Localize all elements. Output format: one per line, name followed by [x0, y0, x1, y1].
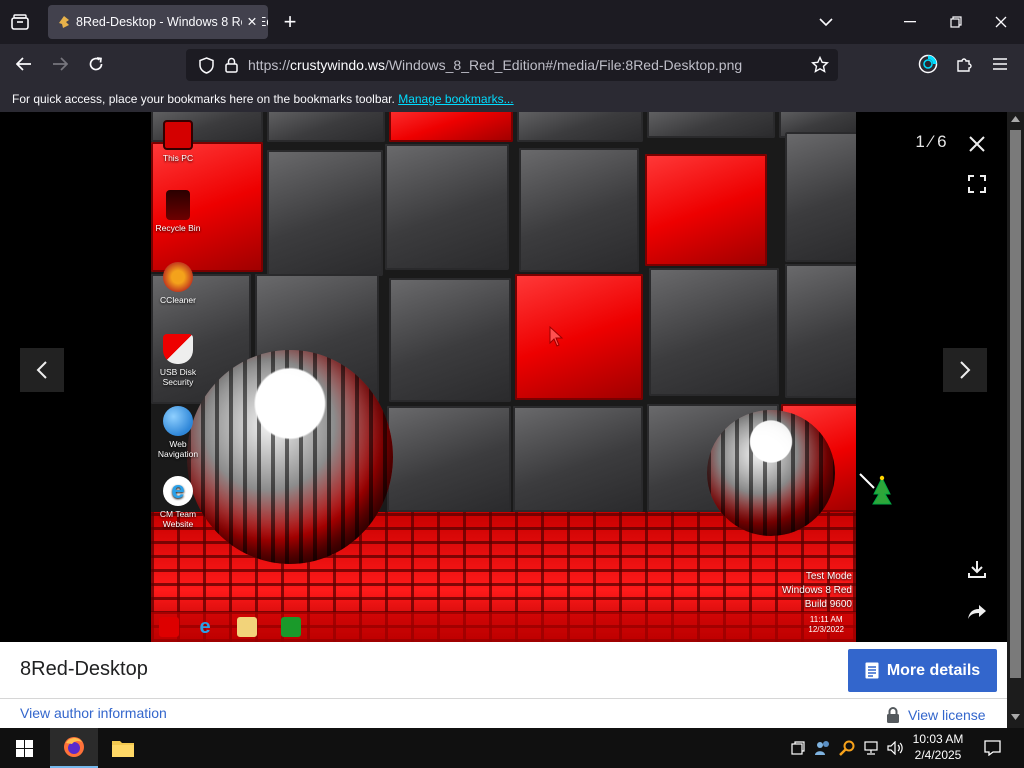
- monitor-icon: [163, 120, 193, 150]
- media-viewer: This PC Recycle Bin CCleaner USB Disk Se…: [0, 112, 1007, 642]
- minimize-icon[interactable]: [896, 8, 924, 36]
- forward-icon[interactable]: [46, 50, 74, 78]
- footer-divider: [0, 698, 1007, 699]
- network-icon[interactable]: [860, 728, 882, 768]
- build-watermark: Test Mode Windows 8 Red Build 9600: [781, 571, 852, 610]
- image-counter: 1 ⁄ 6: [915, 132, 947, 151]
- desktop-icon-recycle-bin: Recycle Bin: [153, 190, 203, 233]
- globe-icon: [163, 406, 193, 436]
- next-image-icon[interactable]: [943, 348, 987, 392]
- media-footer: 8Red-Desktop More details View author in…: [0, 642, 1007, 728]
- screenshot-clock: 11:11 AM 12/3/2022: [808, 615, 844, 634]
- new-tab-icon[interactable]: +: [278, 8, 302, 36]
- tab-close-icon[interactable]: ✕: [242, 5, 262, 39]
- firefox-taskbar-button[interactable]: [50, 728, 98, 768]
- recycle-bin-icon: [166, 190, 190, 220]
- bookmark-star-icon[interactable]: [806, 51, 834, 79]
- extensions-puzzle-icon[interactable]: [950, 50, 978, 78]
- close-window-icon[interactable]: [987, 8, 1015, 36]
- desktop-icon-usb-disk-security: USB Disk Security: [153, 334, 203, 387]
- list-all-tabs-icon[interactable]: [812, 8, 840, 36]
- desktop-screenshot-image: This PC Recycle Bin CCleaner USB Disk Se…: [151, 112, 856, 642]
- internet-explorer-icon: e: [163, 476, 193, 506]
- windows-logo-icon: [15, 739, 33, 757]
- manage-bookmarks-link[interactable]: Manage bookmarks...: [398, 92, 513, 106]
- people-tray-icon[interactable]: [812, 728, 834, 768]
- lock-icon: [887, 707, 899, 723]
- document-icon: [865, 662, 879, 679]
- taskbar-clock[interactable]: 10:03 AM 2/4/2025: [906, 731, 970, 763]
- site-favicon-icon: [59, 16, 69, 28]
- account-sync-icon[interactable]: [914, 50, 942, 78]
- download-icon[interactable]: [955, 547, 999, 591]
- ccleaner-icon: [163, 262, 193, 292]
- ie-taskbar-icon: e: [199, 616, 211, 638]
- share-icon[interactable]: [955, 590, 999, 634]
- start-button[interactable]: [0, 728, 48, 768]
- restore-icon[interactable]: [942, 8, 970, 36]
- shield-icon: [163, 334, 193, 364]
- back-icon[interactable]: [10, 50, 38, 78]
- reload-icon[interactable]: [82, 50, 110, 78]
- close-viewer-icon[interactable]: [955, 122, 999, 166]
- task-view-icon[interactable]: [786, 728, 810, 768]
- tab-title: 8Red-Desktop - Windows 8 Red Edition: [76, 15, 268, 29]
- folder-icon: [112, 741, 134, 757]
- scroll-up-icon[interactable]: [1011, 116, 1020, 122]
- tab-bar: 8Red-Desktop - Windows 8 Red Edition ✕ +: [0, 0, 1024, 44]
- scrollbar-thumb[interactable]: [1010, 130, 1021, 678]
- volume-icon[interactable]: [884, 728, 906, 768]
- url-text[interactable]: https://crustywindo.ws/Windows_8_Red_Edi…: [248, 49, 742, 81]
- windows-taskbar: 10:03 AM 2/4/2025: [0, 728, 1024, 768]
- desktop-icon-cm-team-website: e CM Team Website: [159, 476, 197, 529]
- fullscreen-icon[interactable]: [955, 162, 999, 206]
- license-link[interactable]: View license: [886, 707, 986, 723]
- mouse-cursor-icon: [859, 473, 892, 505]
- address-bar[interactable]: https://crustywindo.ws/Windows_8_Red_Edi…: [186, 49, 838, 81]
- firefox-icon: [64, 737, 84, 757]
- file-explorer-taskbar-button[interactable]: [100, 728, 146, 768]
- tracking-protection-shield-icon[interactable]: [192, 51, 220, 79]
- explorer-taskbar-icon: [237, 617, 257, 637]
- store-taskbar-icon: [281, 617, 301, 637]
- firefox-view-icon[interactable]: [6, 8, 34, 36]
- scroll-down-icon[interactable]: [1011, 714, 1020, 720]
- desktop-icon-ccleaner: CCleaner: [153, 262, 203, 305]
- screenshot-pointer-icon: [549, 326, 564, 347]
- active-tab[interactable]: 8Red-Desktop - Windows 8 Red Edition ✕: [48, 5, 268, 39]
- search-tray-icon[interactable]: [836, 728, 858, 768]
- bookmarks-toolbar: For quick access, place your bookmarks h…: [0, 86, 1024, 112]
- navigation-toolbar: https://crustywindo.ws/Windows_8_Red_Edi…: [0, 44, 1024, 86]
- padlock-icon[interactable]: [218, 51, 244, 79]
- action-center-icon[interactable]: [978, 728, 1006, 768]
- bookmarks-hint: For quick access, place your bookmarks h…: [12, 92, 395, 106]
- media-title: 8Red-Desktop: [20, 658, 148, 680]
- desktop-icon-web-navigation: Web Navigation: [153, 406, 203, 459]
- desktop-icon-this-pc: This PC: [153, 120, 203, 163]
- more-details-button[interactable]: More details: [848, 649, 997, 692]
- start-orb-icon: [159, 617, 179, 637]
- app-menu-hamburger-icon[interactable]: [986, 50, 1014, 78]
- screenshot-taskbar: e 11:11 AM 12/3/2022: [151, 612, 856, 642]
- author-info-link[interactable]: View author information: [20, 705, 167, 721]
- page-scrollbar[interactable]: [1007, 112, 1024, 728]
- previous-image-icon[interactable]: [20, 348, 64, 392]
